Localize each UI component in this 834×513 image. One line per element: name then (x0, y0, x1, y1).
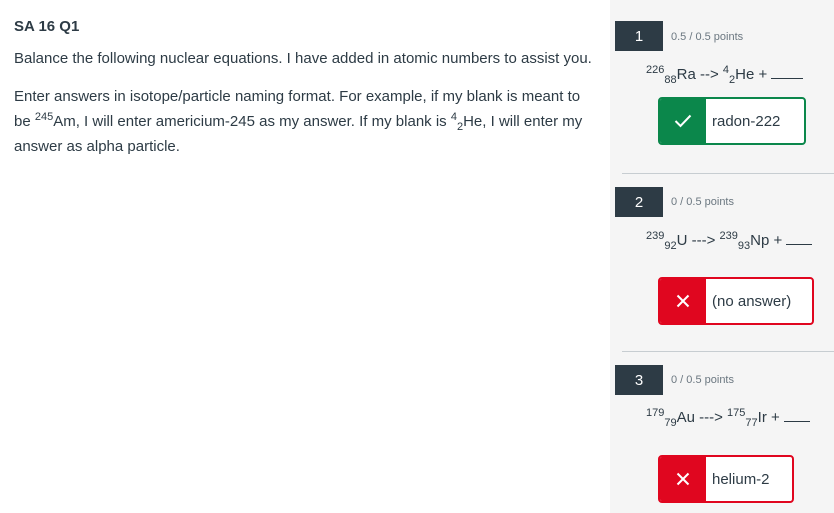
answers-pane: 1 0.5 / 0.5 points 22688Ra --> 42He + ra… (610, 0, 834, 513)
equation: 17979Au ---> 17577Ir + (646, 407, 810, 429)
question-number-badge[interactable]: 1 (615, 21, 663, 51)
instructions-text-1: Balance the following nuclear equations.… (14, 50, 592, 67)
equation: 22688Ra --> 42He + (646, 64, 804, 86)
answer-box-incorrect[interactable]: (no answer) (658, 277, 814, 325)
page-title: SA 16 Q1 (14, 18, 80, 35)
answer-text: helium-2 (712, 470, 770, 488)
x-icon (660, 457, 706, 501)
answer-blank (783, 410, 810, 422)
divider (622, 173, 834, 174)
instructions-text-2: Enter answers in isotope/particle naming… (14, 88, 583, 155)
question-number-badge[interactable]: 3 (615, 365, 663, 395)
points-label: 0 / 0.5 points (671, 374, 734, 386)
divider (622, 351, 834, 352)
answer-box-incorrect[interactable]: helium-2 (658, 455, 794, 503)
answer-box-correct[interactable]: radon-222 (658, 97, 806, 145)
question-number-badge[interactable]: 2 (615, 187, 663, 217)
points-label: 0.5 / 0.5 points (671, 31, 744, 43)
answer-blank (786, 233, 813, 245)
answer-blank (771, 67, 804, 79)
x-icon (660, 279, 706, 323)
answer-text: (no answer) (712, 292, 792, 310)
check-icon (660, 99, 706, 143)
answer-text: radon-222 (712, 112, 781, 130)
equation: 23992U ---> 23993Np + (646, 230, 813, 252)
points-label: 0 / 0.5 points (671, 196, 734, 208)
question-pane: SA 16 Q1 Balance the following nuclear e… (0, 0, 610, 513)
